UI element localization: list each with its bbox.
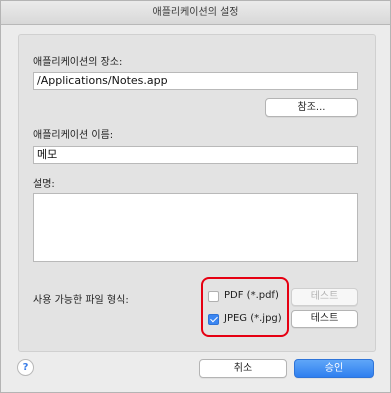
pdf-test-button[interactable]: 테스트 bbox=[291, 288, 358, 306]
jpeg-test-button[interactable]: 테스트 bbox=[291, 310, 358, 328]
location-input[interactable]: /Applications/Notes.app bbox=[33, 72, 358, 90]
question-mark-icon: ? bbox=[22, 362, 29, 373]
ok-button[interactable]: 승인 bbox=[294, 359, 374, 378]
file-format-highlight-frame bbox=[201, 277, 289, 337]
file-formats-label: 사용 가능한 파일 형식: bbox=[33, 295, 129, 306]
app-name-input[interactable]: 메모 bbox=[33, 146, 358, 164]
app-name-label: 애플리케이션 이름: bbox=[33, 130, 114, 141]
description-textarea[interactable] bbox=[33, 193, 358, 262]
description-label: 설명: bbox=[33, 179, 55, 190]
location-label: 애플리케이션의 장소: bbox=[33, 57, 123, 68]
browse-button[interactable]: 참조... bbox=[265, 98, 358, 117]
app-settings-dialog: 애플리케이션의 설정 애플리케이션의 장소: /Applications/Not… bbox=[0, 0, 391, 393]
dialog-title: 애플리케이션의 설정 bbox=[1, 1, 390, 25]
help-button[interactable]: ? bbox=[17, 359, 34, 376]
cancel-button[interactable]: 취소 bbox=[199, 359, 287, 378]
